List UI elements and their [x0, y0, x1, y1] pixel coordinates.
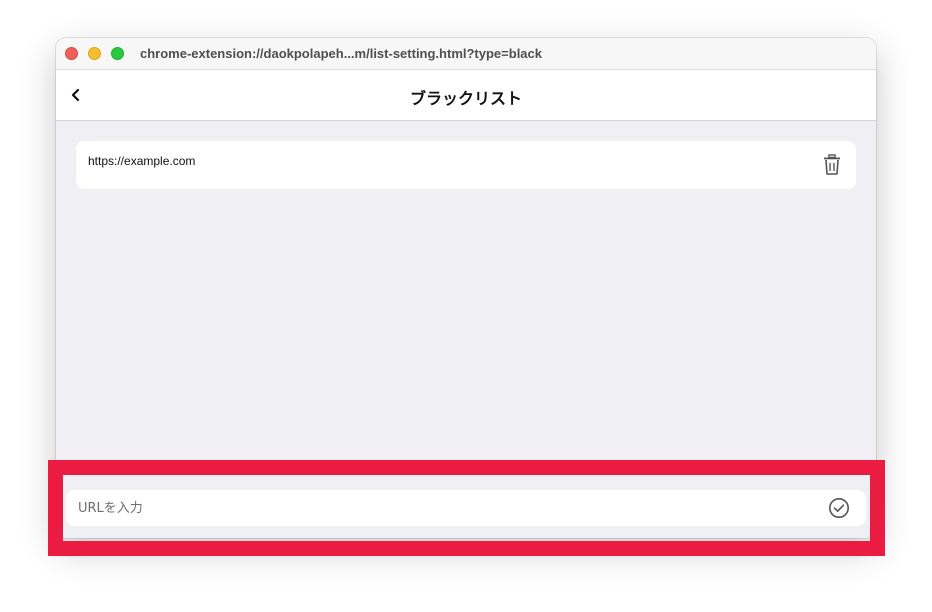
minimize-window-button[interactable]: [88, 47, 101, 60]
url-input-row: [66, 490, 866, 526]
page-title: ブラックリスト: [409, 91, 522, 108]
title-bar: chrome-extension://daokpolapeh...m/list-…: [56, 38, 876, 70]
trash-icon: [824, 154, 840, 175]
check-circle-icon: [829, 498, 849, 518]
browser-window: chrome-extension://daokpolapeh...m/list-…: [56, 38, 876, 538]
submit-button[interactable]: [828, 497, 850, 519]
page-header: ブラックリスト: [56, 70, 876, 121]
close-window-button[interactable]: [65, 47, 78, 60]
list-item-url: https://example.com: [88, 154, 196, 168]
delete-button[interactable]: [822, 154, 842, 176]
window-url: chrome-extension://daokpolapeh...m/list-…: [140, 46, 542, 61]
main-content: https://example.com: [56, 121, 876, 538]
url-input[interactable]: [66, 490, 826, 526]
list-item: https://example.com: [76, 141, 856, 189]
maximize-window-button[interactable]: [111, 47, 124, 60]
